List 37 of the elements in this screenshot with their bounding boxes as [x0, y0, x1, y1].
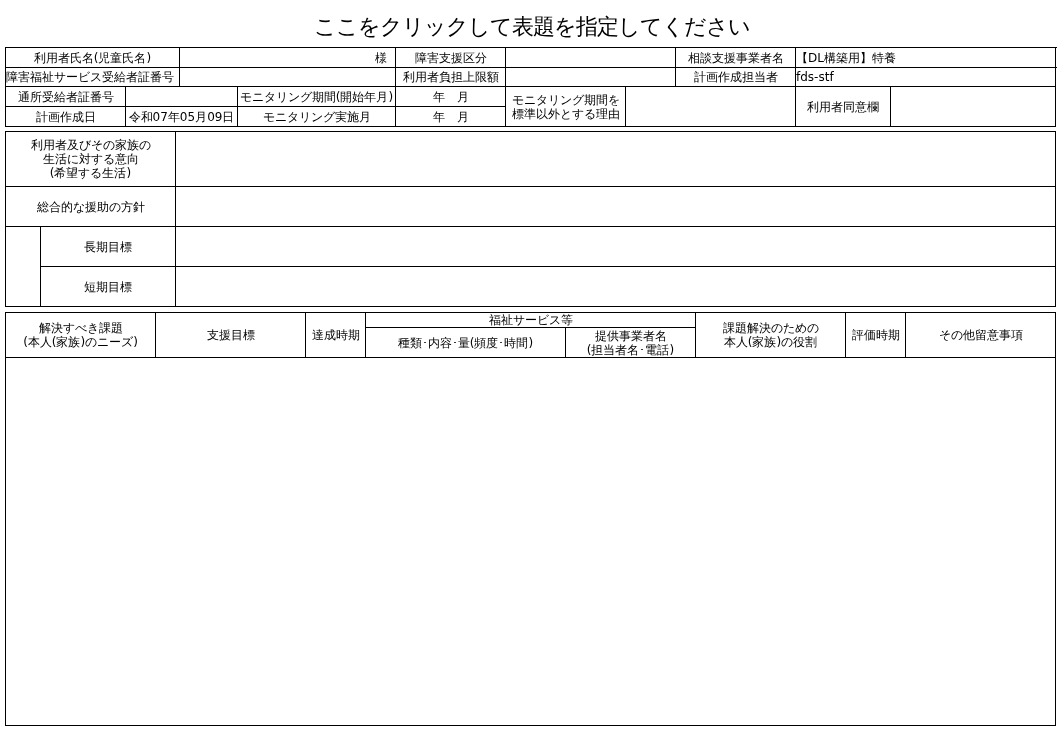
- honorific-label: 様: [375, 50, 387, 65]
- form-label: 長期目標: [40, 226, 176, 267]
- form-label: モニタリング期間(開始年月): [237, 86, 396, 107]
- column-header: 解決すべき課題: [37, 321, 124, 335]
- form-value: 年 月: [395, 86, 506, 107]
- column-header: 達成時期: [305, 312, 366, 358]
- form-label: モニタリング期間を: [510, 92, 621, 107]
- form-label: 計画作成日: [5, 106, 126, 127]
- form-label: 障害福祉サービス受給者証番号: [5, 67, 180, 87]
- column-header: 種類･内容･量(頻度･時間): [365, 327, 566, 358]
- form-label: 利用者及びその家族の: [29, 138, 152, 152]
- form-value: 令和07年05月09日: [125, 106, 238, 127]
- column-header: 支援目標: [155, 312, 306, 358]
- form-label: 生活に対する意向: [41, 152, 140, 166]
- column-header: その他留意事項: [905, 312, 1056, 358]
- form-label: 相談支援事業者名: [675, 47, 796, 68]
- column-header: 課題解決のための: [721, 321, 820, 335]
- form-label: (希望する生活): [48, 166, 133, 180]
- form-value: 【DL構築用】特養: [795, 47, 1056, 68]
- form-label: 利用者同意欄: [795, 86, 891, 127]
- form-label: 通所受給者証番号: [5, 86, 126, 107]
- column-header: 評価時期: [845, 312, 906, 358]
- column-header: 本人(家族)の役割: [722, 335, 819, 349]
- column-header: (本人(家族)のニーズ): [22, 335, 139, 349]
- form-label: 計画作成担当者: [675, 67, 796, 87]
- column-header: 提供事業者名: [593, 328, 668, 343]
- form-label: 標準以外とする理由: [510, 106, 621, 121]
- column-header: (担当者名･電話): [585, 342, 676, 357]
- form-label: 障害支援区分: [395, 47, 506, 68]
- form-label: モニタリング実施月: [237, 106, 396, 127]
- form-value: fds-stf: [795, 67, 1056, 87]
- form-label: 短期目標: [40, 266, 176, 307]
- page-title[interactable]: ここをクリックして表題を指定してください: [5, 12, 1058, 47]
- form-label: 総合的な援助の方針: [5, 186, 176, 227]
- form-label: 利用者負担上限額: [395, 67, 506, 87]
- form-label: 利用者氏名(児童氏名): [5, 47, 180, 68]
- column-header: 福祉サービス等: [365, 312, 696, 328]
